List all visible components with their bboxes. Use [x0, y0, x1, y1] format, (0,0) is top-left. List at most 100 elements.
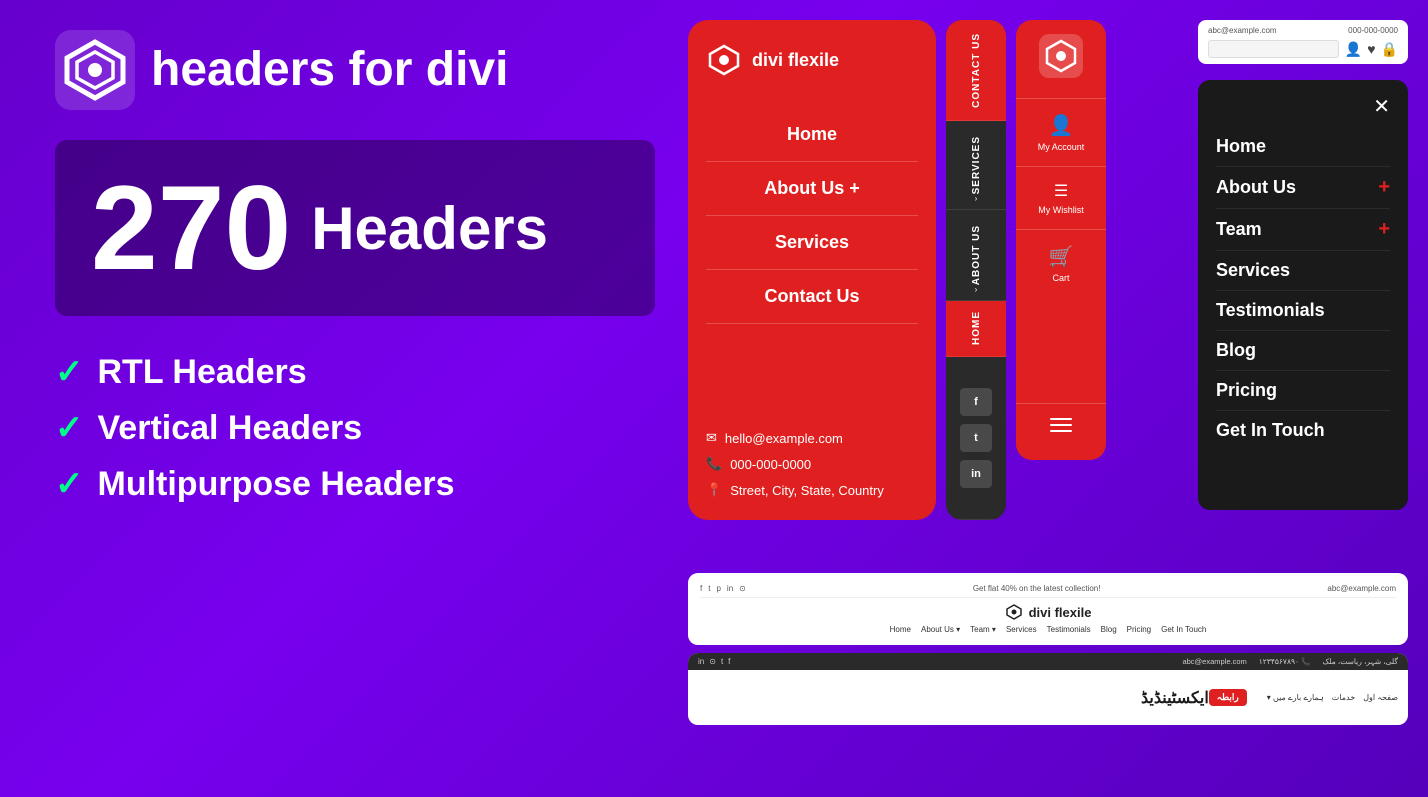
counter-box: 270 Headers: [55, 140, 655, 316]
modal-nav-services-label: Services: [1216, 260, 1290, 281]
bottom-top-bar: f t p in ⊙ Get flat 40% on the latest co…: [700, 584, 1396, 598]
nav-item-about[interactable]: About Us +: [706, 162, 918, 216]
twitter-icon[interactable]: t: [960, 424, 992, 452]
rtl-nav: صفحہ اول خدمات ہمارے بارے میں ▾: [1267, 693, 1398, 702]
bottom-nav-row: Home About Us ▾ Team ▾ Services Testimon…: [700, 625, 1396, 634]
modal-nav-team-label: Team: [1216, 219, 1262, 240]
user-icon[interactable]: 👤: [1345, 41, 1362, 58]
panel-red-mobile: divi flexile Home About Us + Services Co…: [688, 20, 936, 520]
nav-item-contact[interactable]: Contact Us: [706, 270, 918, 324]
bottom-panels: f t p in ⊙ Get flat 40% on the latest co…: [688, 573, 1408, 725]
bottom-email-text: abc@example.com: [1327, 584, 1396, 593]
modal-nav-get-in-touch[interactable]: Get In Touch: [1216, 411, 1390, 450]
bottom-nav-pricing[interactable]: Pricing: [1127, 625, 1151, 634]
panel-bottom-light: f t p in ⊙ Get flat 40% on the latest co…: [688, 573, 1408, 645]
contact-email: ✉ hello@example.com: [706, 430, 918, 446]
cart-label: Cart: [1052, 273, 1069, 283]
chevron-down-icon-services: ›: [975, 194, 978, 203]
bottom-nav-blog[interactable]: Blog: [1101, 625, 1117, 634]
rtl-main-row: صفحہ اول خدمات ہمارے بارے میں ▾ رابطہ ای…: [688, 670, 1408, 725]
feature-label-rtl: RTL Headers: [98, 353, 307, 392]
rtl-nav-services[interactable]: خدمات: [1332, 693, 1355, 702]
icon-menu-wishlist[interactable]: ☰ My Wishlist: [1016, 166, 1106, 229]
panel-red-nav: Home About Us + Services Contact Us: [706, 108, 918, 410]
rtl-facebook-icon[interactable]: f: [728, 657, 730, 666]
bottom-nav-get-in-touch[interactable]: Get In Touch: [1161, 625, 1206, 634]
social-icons-vertical: f t in: [960, 376, 992, 500]
modal-nav-about-label: About Us: [1216, 177, 1296, 198]
heart-icon[interactable]: ♥: [1367, 41, 1375, 58]
bottom-nav-team[interactable]: Team ▾: [970, 625, 996, 634]
right-section: divi flexile Home About Us + Services Co…: [668, 0, 1428, 797]
desktop-phone: 000-000-0000: [1348, 26, 1398, 35]
social-icons-bottom: f t p in ⊙: [700, 584, 746, 593]
panel-desktop-top: abc@example.com 000-000-0000 👤 ♥ 🔒: [1198, 20, 1408, 64]
modal-nav-about[interactable]: About Us +: [1216, 167, 1390, 209]
nav-item-home[interactable]: Home: [706, 108, 918, 162]
modal-nav-team[interactable]: Team +: [1216, 209, 1390, 251]
desktop-search-row: 👤 ♥ 🔒: [1208, 40, 1398, 58]
panel-bottom-rtl: in ⊙ t f گلی، شہر، ریاست، ملک 📞 ۱۲۳۴۵۶۷۸…: [688, 653, 1408, 725]
rtl-nav-home[interactable]: صفحہ اول: [1363, 693, 1398, 702]
vertical-section-contact: Contact Us: [946, 20, 1006, 121]
lock-icon[interactable]: 🔒: [1381, 41, 1398, 58]
close-icon[interactable]: ✕: [1373, 94, 1390, 119]
brand-logo-text: headers for divi: [151, 44, 508, 97]
desktop-email: abc@example.com: [1208, 26, 1277, 35]
hamburger-line-1: [1050, 418, 1072, 420]
bottom-in-icon[interactable]: in: [727, 584, 733, 593]
features-list: ✓ RTL Headers ✓ Vertical Headers ✓ Multi…: [55, 352, 655, 504]
logo-area: headers for divi: [55, 30, 655, 110]
vertical-text-about: About Us: [971, 225, 982, 285]
desktop-search-box[interactable]: [1208, 40, 1339, 58]
bottom-logo-text: divi flexile: [1029, 605, 1092, 620]
cart-icon: 🛒: [1049, 244, 1074, 269]
contact-address: 📍 Street, City, State, Country: [706, 482, 918, 498]
rtl-instagram-icon[interactable]: ⊙: [709, 657, 716, 666]
feature-item-rtl: ✓ RTL Headers: [55, 352, 655, 392]
rtl-brand-title: ایکسٹینڈیڈ: [698, 688, 1209, 708]
bottom-pin-icon[interactable]: p: [716, 584, 720, 593]
modal-nav: Home About Us + Team + Services Testimon: [1216, 127, 1390, 450]
hamburger-icon: [1050, 418, 1072, 432]
rtl-socials: in ⊙ t f: [698, 657, 730, 666]
linkedin-icon[interactable]: in: [960, 460, 992, 488]
icon-menu-account[interactable]: 👤 My Account: [1016, 98, 1106, 166]
desktop-top-bar: abc@example.com 000-000-0000: [1208, 26, 1398, 35]
modal-nav-get-in-touch-label: Get In Touch: [1216, 420, 1325, 441]
bottom-nav-testimonials[interactable]: Testimonials: [1047, 625, 1091, 634]
plus-icon-team: +: [1378, 218, 1390, 241]
bottom-logo-icon: [1005, 603, 1023, 621]
vertical-text-home: Home: [971, 311, 982, 345]
modal-nav-pricing[interactable]: Pricing: [1216, 371, 1390, 411]
phone-icon: 📞: [706, 456, 722, 472]
modal-nav-testimonials[interactable]: Testimonials: [1216, 291, 1390, 331]
rtl-twitter-icon[interactable]: t: [721, 657, 723, 666]
bottom-nav-about[interactable]: About Us ▾: [921, 625, 960, 634]
bottom-nav-services[interactable]: Services: [1006, 625, 1037, 634]
check-icon-multipurpose: ✓: [55, 464, 84, 504]
plus-icon-about: +: [1378, 176, 1390, 199]
rtl-nav-about[interactable]: ہمارے بارے میں ▾: [1267, 693, 1324, 702]
bottom-fb-icon[interactable]: f: [700, 584, 702, 593]
bottom-tw-icon[interactable]: t: [708, 584, 710, 593]
bottom-inst-icon[interactable]: ⊙: [739, 584, 746, 593]
email-icon: ✉: [706, 430, 717, 446]
rtl-email: abc@example.com: [1182, 657, 1246, 666]
hamburger-button[interactable]: [1016, 403, 1106, 446]
modal-nav-home[interactable]: Home: [1216, 127, 1390, 167]
brand-logo-icon: [55, 30, 135, 110]
contact-email-text: hello@example.com: [725, 431, 843, 446]
icon-menu-cart[interactable]: 🛒 Cart: [1016, 229, 1106, 297]
modal-nav-services[interactable]: Services: [1216, 251, 1390, 291]
facebook-icon[interactable]: f: [960, 388, 992, 416]
desktop-action-icons: 👤 ♥ 🔒: [1345, 41, 1398, 58]
modal-nav-blog[interactable]: Blog: [1216, 331, 1390, 371]
panel-red-logo-text: divi flexile: [752, 50, 839, 71]
bottom-nav-home[interactable]: Home: [890, 625, 911, 634]
panel-dark-modal: ✕ Home About Us + Team + Services: [1198, 80, 1408, 510]
rtl-linkedin-icon[interactable]: in: [698, 657, 704, 666]
wishlist-label: My Wishlist: [1038, 205, 1084, 215]
rtl-contact-button[interactable]: رابطہ: [1209, 689, 1247, 706]
nav-item-services[interactable]: Services: [706, 216, 918, 270]
